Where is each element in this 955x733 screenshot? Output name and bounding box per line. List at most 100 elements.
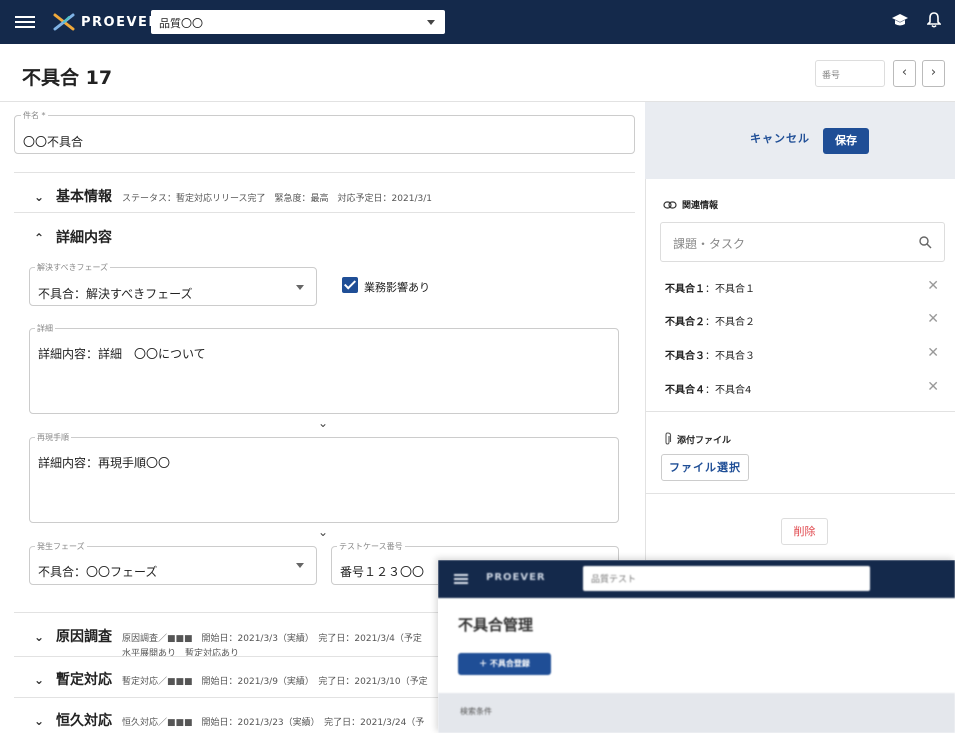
related-item-name: ：不具合4: [705, 385, 752, 396]
overlay-screen-preview: PROEVER 品質テスト 不具合管理 ＋ 不具合登録 検索条件: [438, 560, 955, 733]
next-button[interactable]: ›: [922, 60, 945, 87]
divider: [645, 411, 955, 412]
related-item-key: 不具合２: [665, 317, 705, 328]
app-bar: PROEVER 品質〇〇: [0, 0, 955, 44]
number-input-placeholder: 番号: [822, 71, 841, 81]
section-title: 詳細内容: [56, 230, 112, 246]
related-info-title: 関連情報: [682, 201, 719, 211]
section-title: 基本情報: [56, 189, 112, 205]
section-detail[interactable]: ⌃ 詳細内容: [34, 227, 122, 247]
repro-label: 再現手順: [35, 432, 71, 443]
overlay-register-button: ＋ 不具合登録: [458, 653, 551, 675]
divider: [14, 612, 444, 613]
detail-label: 詳細: [35, 323, 55, 334]
graduation-cap-icon[interactable]: [891, 13, 909, 27]
link-icon: [663, 200, 677, 209]
hamburger-menu-icon: [454, 574, 468, 586]
related-item-name: ：不具合３: [705, 351, 755, 362]
cancel-button[interactable]: キャンセル: [750, 130, 810, 146]
subject-value: 〇〇不具合: [23, 135, 84, 149]
expand-chevron-icon[interactable]: ⌄: [318, 525, 328, 539]
number-input[interactable]: 番号: [815, 60, 885, 87]
section-basic-info[interactable]: ⌄ 基本情報 ステータス：暫定対応リリース完了 緊急度：最高 対応予定日：202…: [34, 186, 432, 206]
chevron-up-icon: ⌃: [34, 231, 45, 245]
chevron-down-icon: ⌄: [34, 190, 45, 204]
save-button[interactable]: 保存: [823, 128, 869, 154]
file-select-button[interactable]: ファイル選択: [661, 454, 749, 481]
close-icon[interactable]: ✕: [927, 278, 939, 294]
detail-value: 詳細内容：詳細 〇〇について: [38, 347, 206, 361]
paperclip-icon: [665, 432, 672, 445]
overlay-search-band: [438, 693, 955, 733]
task-search-input[interactable]: 課題・タスク: [660, 222, 945, 262]
testcase-label: テストケース番号: [337, 541, 405, 552]
attachment-heading: 添付ファイル: [663, 432, 731, 446]
delete-button[interactable]: 削除: [781, 518, 828, 545]
related-item-name: ：不具合２: [705, 317, 755, 328]
section-temporary-fix[interactable]: ⌄ 暫定対応 暫定対応／■■■ 開始日：2021/3/9（実績） 完了日：202…: [34, 669, 428, 689]
close-icon[interactable]: ✕: [927, 311, 939, 327]
logo[interactable]: PROEVER: [53, 13, 160, 31]
related-item-key: 不具合４: [665, 385, 705, 396]
related-info-heading: 関連情報: [663, 198, 718, 211]
related-item[interactable]: 不具合３：不具合３ ✕: [665, 345, 945, 362]
section-title: 暫定対応: [56, 672, 112, 688]
related-item[interactable]: 不具合２：不具合２ ✕: [665, 311, 945, 328]
business-impact-label: 業務影響あり: [364, 281, 430, 294]
hamburger-menu-icon[interactable]: [15, 16, 35, 28]
phase-value: 不具合：解決すべきフェーズ: [38, 287, 193, 301]
chevron-down-icon: ⌄: [34, 714, 45, 728]
phase-label: 解決すべきフェーズ: [35, 262, 111, 273]
overlay-select-value: 品質テスト: [591, 575, 637, 585]
section-meta-sub: 水平展開あり 暫定対応あり: [122, 649, 240, 659]
section-cause-investigation[interactable]: ⌄ 原因調査 原因調査／■■■ 開始日：2021/3/3（実績） 完了日：202…: [34, 626, 422, 659]
detail-textarea[interactable]: [29, 328, 619, 414]
close-icon[interactable]: ✕: [927, 379, 939, 395]
overlay-band-text: 検索条件: [460, 707, 492, 716]
bell-icon[interactable]: [927, 12, 941, 28]
section-meta: 原因調査／■■■ 開始日：2021/3/3（実績） 完了日：2021/3/4（予…: [122, 634, 422, 644]
task-search-placeholder: 課題・タスク: [673, 237, 746, 251]
section-title: 原因調査: [56, 629, 112, 645]
chevron-right-icon: ›: [930, 65, 937, 80]
testcase-value: 番号１２３〇〇: [340, 565, 425, 579]
subject-field[interactable]: [14, 115, 635, 154]
repro-textarea[interactable]: [29, 437, 619, 523]
occurrence-phase-label: 発生フェーズ: [35, 541, 87, 552]
section-permanent-fix[interactable]: ⌄ 恒久対応 恒久対応／■■■ 開始日：2021/3/23（実績） 完了日：20…: [34, 710, 424, 730]
divider: [14, 212, 635, 213]
chevron-down-icon: ⌄: [34, 630, 45, 644]
project-select-value: 品質〇〇: [159, 17, 203, 30]
overlay-logo-text: PROEVER: [486, 572, 546, 583]
subject-label: 件名 *: [21, 110, 48, 121]
business-impact-checkbox[interactable]: [342, 277, 358, 293]
divider: [14, 172, 635, 173]
chevron-down-icon: [296, 563, 304, 568]
chevron-down-icon: ⌄: [34, 673, 45, 687]
related-item-name: ：不具合１: [705, 284, 755, 295]
repro-value: 詳細内容：再現手順〇〇: [38, 456, 171, 470]
divider: [14, 697, 444, 698]
occurrence-phase-value: 不具合：〇〇フェーズ: [38, 565, 158, 579]
overlay-project-select: 品質テスト: [583, 566, 870, 591]
related-item[interactable]: 不具合１：不具合１ ✕: [665, 278, 945, 295]
search-icon[interactable]: [919, 236, 932, 249]
section-meta: 暫定対応／■■■ 開始日：2021/3/9（実績） 完了日：2021/3/10（…: [122, 677, 428, 687]
divider: [645, 493, 955, 494]
related-item[interactable]: 不具合４：不具合4 ✕: [665, 379, 945, 396]
page-title: 不具合 17: [22, 67, 113, 89]
logo-text: PROEVER: [81, 14, 160, 30]
related-item-key: 不具合１: [665, 284, 705, 295]
close-icon[interactable]: ✕: [927, 345, 939, 361]
section-title: 恒久対応: [56, 713, 112, 729]
section-meta: ステータス：暫定対応リリース完了 緊急度：最高 対応予定日：2021/3/1: [122, 194, 432, 204]
expand-chevron-icon[interactable]: ⌄: [318, 416, 328, 430]
section-meta: 恒久対応／■■■ 開始日：2021/3/23（実績） 完了日：2021/3/24…: [122, 718, 425, 728]
prev-button[interactable]: ‹: [893, 60, 916, 87]
project-select[interactable]: 品質〇〇: [151, 10, 445, 34]
divider: [14, 656, 444, 657]
chevron-down-icon: [296, 285, 304, 290]
logo-mark-icon: [53, 13, 75, 31]
chevron-left-icon: ‹: [901, 65, 908, 80]
overlay-title: 不具合管理: [458, 616, 534, 634]
